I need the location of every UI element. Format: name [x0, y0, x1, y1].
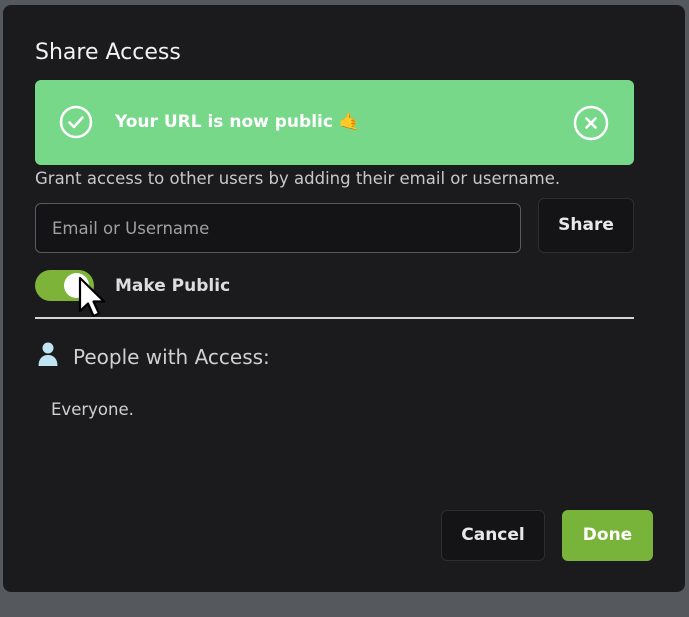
section-divider [35, 317, 634, 319]
share-access-dialog: Share Access Your URL is now public 🤙 Gr… [3, 5, 685, 592]
make-public-label: Make Public [115, 276, 231, 296]
page-backdrop: Share Access Your URL is now public 🤙 Gr… [0, 0, 689, 617]
cancel-button[interactable]: Cancel [441, 510, 545, 561]
person-icon [38, 342, 58, 366]
access-entry: Everyone. [51, 400, 134, 419]
people-with-access-heading: People with Access: [73, 345, 270, 369]
toast-message: Your URL is now public 🤙 [115, 112, 361, 132]
close-circle-icon[interactable] [573, 105, 609, 141]
check-circle-icon [59, 105, 93, 139]
share-button[interactable]: Share [538, 198, 634, 253]
grant-instructions: Grant access to other users by adding th… [35, 169, 561, 188]
dialog-title: Share Access [35, 40, 181, 65]
mouse-pointer-icon [78, 276, 106, 318]
email-or-username-input[interactable] [35, 203, 521, 253]
success-toast: Your URL is now public 🤙 [35, 80, 634, 165]
done-button[interactable]: Done [562, 510, 653, 561]
